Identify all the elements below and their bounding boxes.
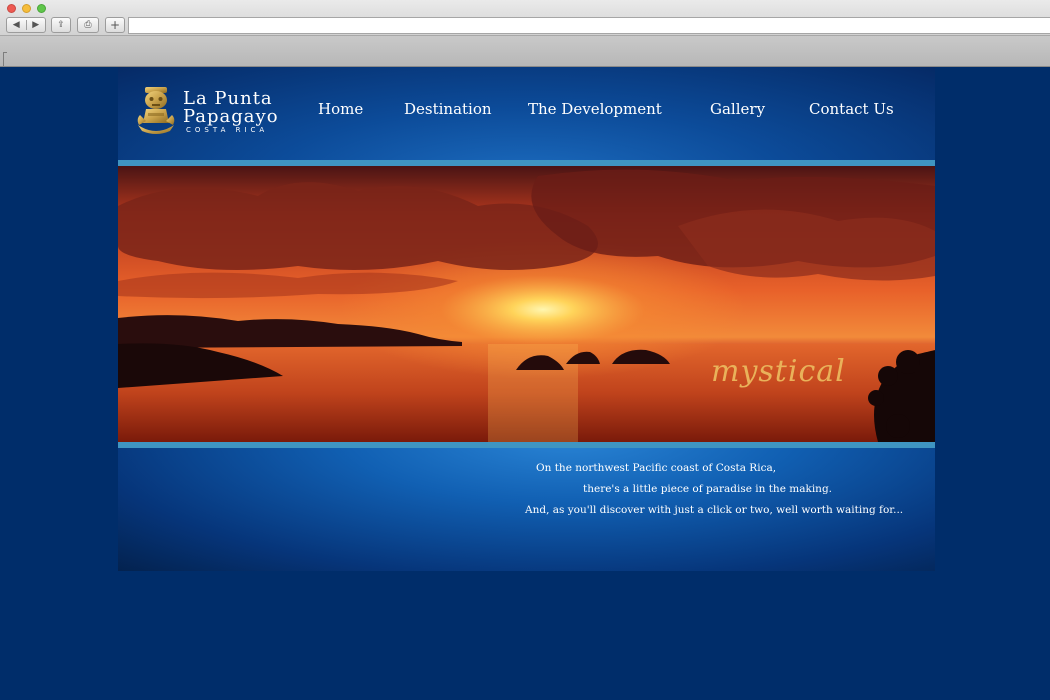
intro-line-2: there's a little piece of paradise in th… bbox=[583, 483, 833, 495]
intro-section: On the northwest Pacific coast of Costa … bbox=[118, 448, 935, 571]
print-icon[interactable]: ⎙ bbox=[77, 17, 99, 33]
site-header: La Punta Papagayo COSTA RICA Home Destin… bbox=[118, 67, 935, 160]
close-window-icon[interactable] bbox=[7, 4, 16, 13]
browser-titlebar: ◀ ▶ ⇪ ⎙ + bbox=[0, 0, 1050, 36]
share-icon[interactable]: ⇪ bbox=[51, 17, 71, 33]
zoom-window-icon[interactable] bbox=[37, 4, 46, 13]
new-tab-button[interactable]: + bbox=[105, 17, 125, 33]
nav-home[interactable]: Home bbox=[318, 100, 363, 118]
hero-tagline: mystical bbox=[711, 354, 846, 389]
tab-edge bbox=[3, 52, 7, 66]
nav-gallery[interactable]: Gallery bbox=[710, 100, 765, 118]
website: La Punta Papagayo COSTA RICA Home Destin… bbox=[118, 67, 935, 571]
nav-contact-us[interactable]: Contact Us bbox=[809, 100, 894, 118]
address-bar[interactable] bbox=[128, 17, 1050, 34]
nav-destination[interactable]: Destination bbox=[404, 100, 492, 118]
intro-line-3: And, as you'll discover with just a clic… bbox=[525, 504, 904, 516]
sunset-landscape-image bbox=[118, 166, 935, 442]
site-logo[interactable]: La Punta Papagayo COSTA RICA bbox=[134, 85, 294, 141]
browser-chrome: ◀ ▶ ⇪ ⎙ + bbox=[0, 0, 1050, 67]
bookmarks-bar bbox=[0, 36, 1050, 67]
hero-banner: mystical bbox=[118, 166, 935, 442]
golden-idol-icon bbox=[137, 87, 175, 134]
nav-the-development[interactable]: The Development bbox=[528, 100, 662, 118]
forward-arrow-icon[interactable]: ▶ bbox=[27, 20, 46, 30]
back-forward-buttons: ◀ ▶ bbox=[6, 17, 46, 33]
back-arrow-icon[interactable]: ◀ bbox=[7, 20, 27, 30]
logo-text-line2: Papagayo bbox=[183, 106, 279, 127]
minimize-window-icon[interactable] bbox=[22, 4, 31, 13]
intro-line-1: On the northwest Pacific coast of Costa … bbox=[536, 462, 777, 474]
logo-text-country: COSTA RICA bbox=[186, 126, 269, 134]
